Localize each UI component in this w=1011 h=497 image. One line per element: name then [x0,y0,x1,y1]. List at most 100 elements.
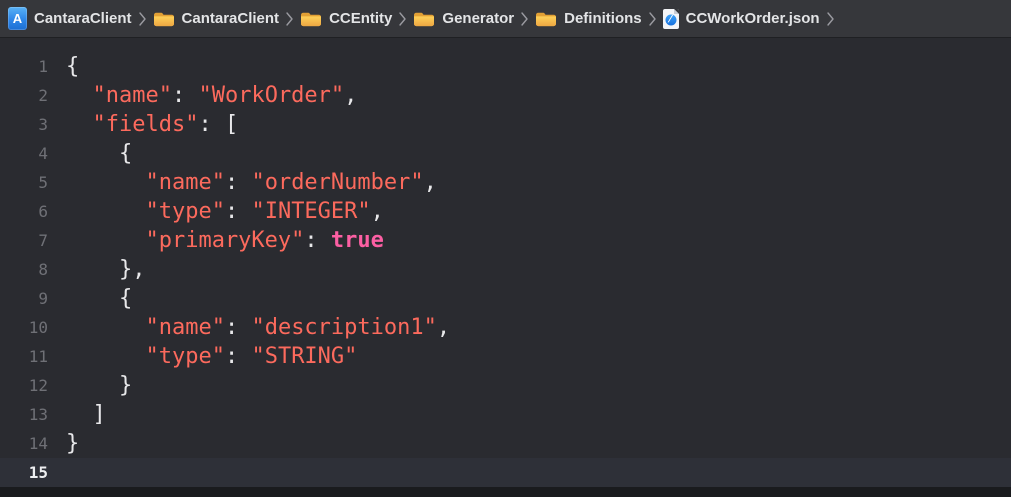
code-token: } [66,373,132,398]
json-badge-glyph: / [667,15,674,24]
code-line[interactable]: 9 { [0,284,1011,313]
folder-icon [535,11,557,27]
code-line[interactable]: 4 { [0,139,1011,168]
breadcrumb-item-group[interactable]: Generator [413,10,514,27]
line-number: 8 [0,255,48,284]
code-token: "orderNumber" [251,170,423,195]
code-token: { [66,286,132,311]
line-number: 2 [0,81,48,110]
line-number: 1 [0,52,48,81]
code-text: { [66,52,79,81]
code-token: { [66,54,79,79]
line-number: 13 [0,400,48,429]
breadcrumb-label: CCEntity [329,10,392,27]
code-text: "name": "description1", [66,313,450,342]
line-number: 4 [0,139,48,168]
breadcrumb-item-group[interactable]: Definitions [535,10,642,27]
chevron-right-icon [521,12,528,26]
code-line[interactable]: 8 }, [0,255,1011,284]
code-line[interactable]: 11 "type": "STRING" [0,342,1011,371]
code-line[interactable]: 3 "fields": [ [0,110,1011,139]
code-text: { [66,139,132,168]
code-token: ] [66,402,106,427]
breadcrumb-item-file[interactable]: / CCWorkOrder.json [663,9,820,29]
code-line[interactable]: 2 "name": "WorkOrder", [0,81,1011,110]
breadcrumb-label: Generator [442,10,514,27]
breadcrumb-label: CCWorkOrder.json [686,10,820,27]
code-token: "name" [66,315,225,340]
code-line-current[interactable]: 15 [0,458,1011,487]
line-number: 11 [0,342,48,371]
chevron-right-icon [139,12,146,26]
chevron-right-icon [827,12,834,26]
breadcrumb-item-project[interactable]: A CantaraClient [8,7,132,30]
code-text: } [66,371,132,400]
page-fold [674,9,679,14]
code-token: : [304,228,331,253]
line-number: 9 [0,284,48,313]
code-token: "primaryKey" [66,228,304,253]
code-line[interactable]: 6 "type": "INTEGER", [0,197,1011,226]
code-line[interactable]: 1 { [0,52,1011,81]
code-text: "type": "INTEGER", [66,197,384,226]
chevron-right-icon [399,12,406,26]
breadcrumb-item-group[interactable]: CCEntity [300,10,392,27]
folder-icon [300,11,322,27]
code-token: } [66,431,79,456]
breadcrumb-label: CantaraClient [182,10,280,27]
code-token: , [424,170,437,195]
code-token-keyword: true [331,228,384,253]
code-line[interactable]: 10 "name": "description1", [0,313,1011,342]
chevron-right-icon [286,12,293,26]
code-text: "name": "orderNumber", [66,168,437,197]
folder-icon [413,11,435,27]
code-token: : [225,170,252,195]
code-line[interactable]: 7 "primaryKey": true [0,226,1011,255]
code-token: "type" [66,344,225,369]
json-file-icon: / [663,9,679,29]
project-icon-glyph: A [13,12,22,25]
code-token: "name" [66,83,172,108]
code-text: "name": "WorkOrder", [66,81,357,110]
breadcrumb: A CantaraClient CantaraClient CCEntity [0,0,1011,38]
code-token: , [437,315,450,340]
code-line[interactable]: 14 } [0,429,1011,458]
code-line[interactable]: 5 "name": "orderNumber", [0,168,1011,197]
line-number: 3 [0,110,48,139]
editor-bottom-strip [0,487,1011,497]
breadcrumb-label: Definitions [564,10,642,27]
line-number: 5 [0,168,48,197]
breadcrumb-item-group[interactable]: CantaraClient [153,10,280,27]
chevron-right-icon [649,12,656,26]
code-token: }, [66,257,145,282]
code-text: "fields": [ [66,110,238,139]
line-number: 14 [0,429,48,458]
code-token: "WorkOrder" [198,83,344,108]
code-text: "primaryKey": true [66,226,384,255]
code-token: , [371,199,384,224]
code-token: , [344,83,357,108]
code-text: } [66,429,79,458]
code-token: "description1" [251,315,436,340]
code-token: "INTEGER" [251,199,370,224]
code-token: "type" [66,199,225,224]
line-number: 12 [0,371,48,400]
code-text: "type": "STRING" [66,342,357,371]
folder-icon [153,11,175,27]
code-token: : [172,83,199,108]
code-token: { [66,141,132,166]
code-token: : [225,315,252,340]
code-line[interactable]: 12 } [0,371,1011,400]
code-editor[interactable]: 1 { 2 "name": "WorkOrder", 3 "fields": [… [0,38,1011,487]
line-number: 6 [0,197,48,226]
code-token: : [225,344,252,369]
code-token: : [225,199,252,224]
project-icon: A [8,7,27,30]
code-token: : [ [198,112,238,137]
code-token: "STRING" [251,344,357,369]
line-number: 7 [0,226,48,255]
code-text: ] [66,400,106,429]
code-line[interactable]: 13 ] [0,400,1011,429]
code-text: { [66,284,132,313]
code-token: "name" [66,170,225,195]
